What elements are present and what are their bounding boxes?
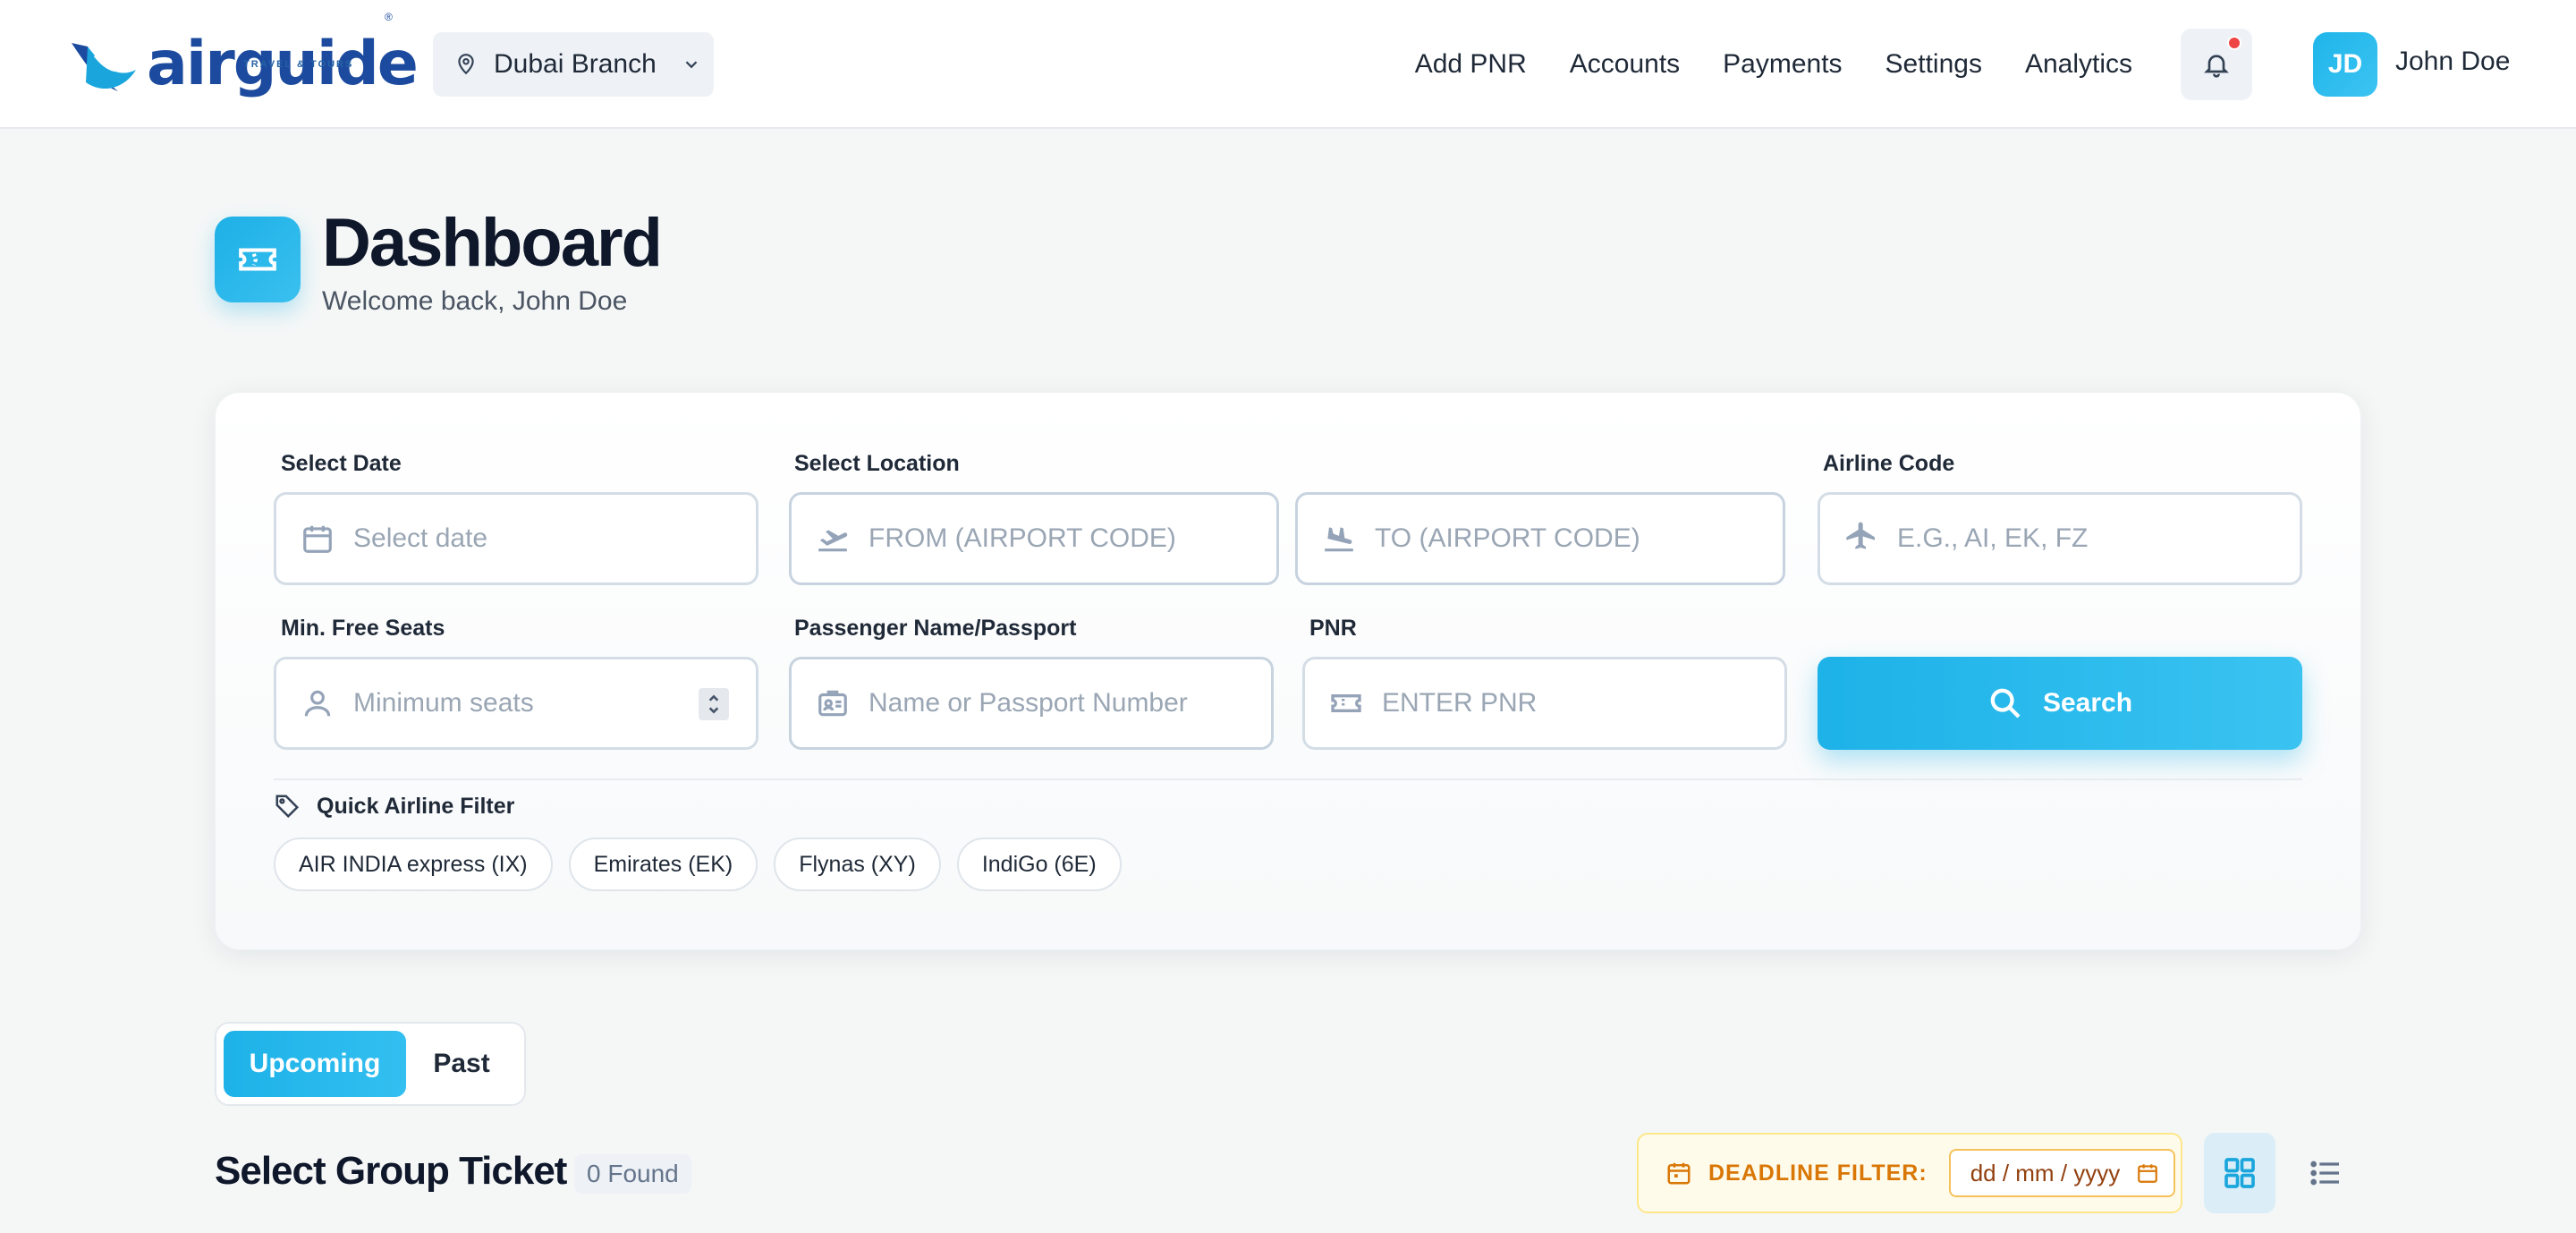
airline-code-placeholder: E.G., AI, EK, FZ [1897, 523, 2089, 553]
select-location-label: Select Location [794, 451, 960, 476]
airline-chip-ix[interactable]: AIR INDIA express (IX) [274, 838, 553, 891]
min-seats-input[interactable]: Minimum seats [274, 657, 758, 750]
airline-code-label: Airline Code [1823, 451, 1955, 476]
calendar-icon [1667, 1162, 1690, 1185]
branch-label: Dubai Branch [494, 49, 657, 79]
search-button-label: Search [2042, 688, 2133, 718]
list-view-button[interactable] [2290, 1133, 2361, 1213]
card-divider [274, 778, 2302, 780]
seats-stepper[interactable] [699, 688, 729, 720]
tag-icon [275, 795, 300, 819]
user-name[interactable]: John Doe [2395, 47, 2510, 77]
calendar-icon [2138, 1164, 2158, 1183]
brand-logo[interactable]: airguide [68, 27, 419, 102]
nav-item-settings[interactable]: Settings [1885, 41, 1982, 88]
pnr-placeholder: ENTER PNR [1382, 688, 1538, 718]
quick-airline-filter-heading: Quick Airline Filter [274, 793, 514, 820]
main-nav: Add PNR Accounts Payments Settings Analy… [1415, 41, 2132, 88]
select-date-label: Select Date [281, 451, 402, 476]
top-navigation-bar: airguide TRAVEL & TOURS ® Dubai Branch A… [0, 0, 2576, 129]
bell-icon [2204, 55, 2229, 78]
airline-chip-ek[interactable]: Emirates (EK) [568, 838, 758, 891]
from-airport-input[interactable]: FROM (AIRPORT CODE) [789, 492, 1279, 585]
grid-view-icon [2224, 1158, 2255, 1188]
quick-airline-filter-label: Quick Airline Filter [317, 793, 515, 819]
plane-icon [1846, 522, 1875, 549]
date-placeholder: Select date [353, 523, 488, 553]
welcome-message: Welcome back, John Doe [322, 286, 628, 316]
passenger-label: Passenger Name/Passport [794, 616, 1077, 641]
grid-view-button[interactable] [2204, 1133, 2275, 1213]
id-card-icon [818, 690, 847, 717]
nav-item-add-pnr[interactable]: Add PNR [1415, 41, 1527, 88]
nav-item-accounts[interactable]: Accounts [1570, 41, 1680, 88]
page-title: Dashboard [322, 205, 663, 281]
tab-upcoming[interactable]: Upcoming [224, 1031, 406, 1097]
to-airport-input[interactable]: TO (AIRPORT CODE) [1295, 492, 1785, 585]
from-airport-placeholder: FROM (AIRPORT CODE) [869, 523, 1176, 553]
deadline-filter-label: DEADLINE FILTER: [1708, 1160, 1928, 1186]
logo-wing-icon [72, 43, 136, 91]
airline-chip-xy[interactable]: Flynas (XY) [774, 838, 941, 891]
pnr-label: PNR [1309, 616, 1357, 641]
search-icon [1990, 688, 2021, 719]
chevron-down-icon [685, 61, 698, 69]
calendar-icon [303, 525, 332, 553]
airline-code-input[interactable]: E.G., AI, EK, FZ [1818, 492, 2302, 585]
passenger-input[interactable]: Name or Passport Number [789, 657, 1274, 750]
airline-chip-6e[interactable]: IndiGo (6E) [956, 838, 1122, 891]
nav-item-payments[interactable]: Payments [1723, 41, 1842, 88]
stepper-icon [708, 694, 719, 714]
plane-takeoff-icon [818, 530, 848, 552]
passenger-placeholder: Name or Passport Number [869, 688, 1188, 718]
min-seats-placeholder: Minimum seats [353, 688, 534, 718]
deadline-date-input[interactable]: dd / mm / yyyy [1948, 1149, 2176, 1197]
group-ticket-title: Select Group Ticket [215, 1149, 567, 1193]
avatar[interactable]: JD [2313, 32, 2377, 97]
brand-tagline: TRAVEL & TOURS [243, 59, 354, 70]
notifications-button[interactable] [2181, 29, 2252, 100]
user-icon [304, 690, 331, 717]
pnr-input[interactable]: ENTER PNR [1302, 657, 1787, 750]
plane-landing-icon [1325, 527, 1353, 552]
airline-chips: AIR INDIA express (IX) Emirates (EK) Fly… [274, 838, 1122, 891]
dashboard-icon-tile [215, 217, 301, 302]
deadline-date-placeholder: dd / mm / yyyy [1970, 1159, 2121, 1186]
to-airport-placeholder: TO (AIRPORT CODE) [1375, 523, 1640, 553]
min-free-seats-label: Min. Free Seats [281, 616, 445, 641]
notification-badge [2227, 36, 2241, 50]
search-button[interactable]: Search [1818, 657, 2302, 750]
ticket-tabs: Upcoming Past [215, 1022, 526, 1106]
map-pin-icon [458, 54, 474, 75]
date-input[interactable]: Select date [274, 492, 758, 585]
list-view-icon [2310, 1161, 2339, 1186]
deadline-filter: DEADLINE FILTER: dd / mm / yyyy [1637, 1133, 2182, 1213]
ticket-icon [239, 248, 276, 271]
found-count-badge: 0 Found [574, 1154, 691, 1194]
branch-selector[interactable]: Dubai Branch [433, 32, 714, 97]
registered-mark: ® [385, 11, 393, 23]
tab-past[interactable]: Past [406, 1031, 517, 1097]
nav-item-analytics[interactable]: Analytics [2025, 41, 2132, 88]
ticket-icon [1331, 694, 1361, 712]
